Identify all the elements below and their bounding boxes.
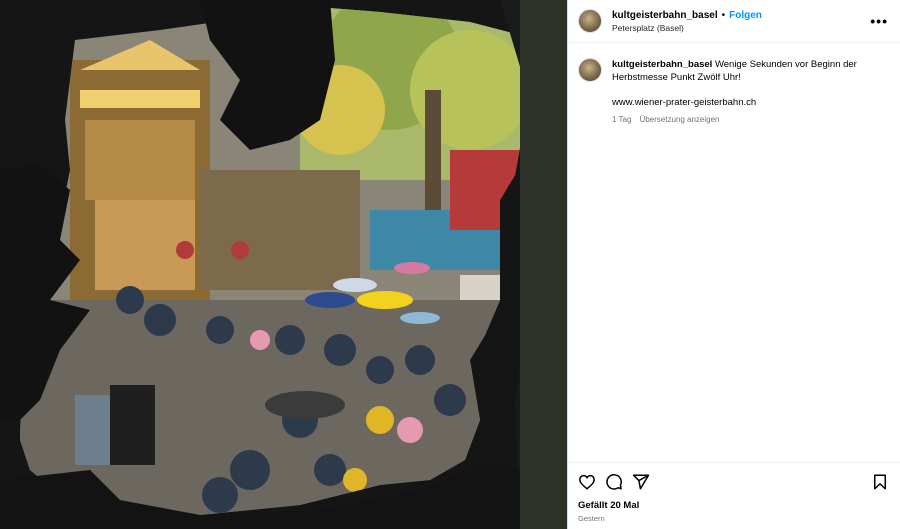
- more-icon[interactable]: •••: [870, 13, 888, 29]
- caption: kultgeisterbahn_basel Wenige Sekunden vo…: [568, 43, 900, 126]
- follow-button[interactable]: Folgen: [729, 10, 762, 21]
- location-link[interactable]: Petersplatz (Basel): [612, 22, 870, 35]
- username-link[interactable]: kultgeisterbahn_basel: [612, 10, 718, 21]
- caption-meta: 1 Tag Übersetzung anzeigen: [612, 113, 862, 126]
- action-icons: [568, 463, 900, 491]
- post-date: Gestern: [578, 514, 605, 523]
- post-photo[interactable]: [0, 0, 567, 529]
- header-text: kultgeisterbahn_basel • Folgen Petersplatz…: [612, 7, 870, 35]
- separator-dot: •: [721, 10, 726, 21]
- action-bar: Gefällt 20 Mal Gestern: [568, 462, 900, 523]
- caption-body: kultgeisterbahn_basel Wenige Sekunden vo…: [612, 58, 862, 126]
- heart-icon[interactable]: [578, 473, 596, 491]
- caption-username[interactable]: kultgeisterbahn_basel: [612, 59, 712, 70]
- likes-count[interactable]: Gefällt 20 Mal: [568, 491, 900, 511]
- fairground-crowd-photo: [0, 0, 567, 529]
- comment-icon[interactable]: [605, 473, 623, 491]
- time-ago[interactable]: 1 Tag: [612, 115, 631, 124]
- post-header: kultgeisterbahn_basel • Folgen Petersplatz…: [568, 0, 900, 43]
- header-top-line: kultgeisterbahn_basel • Folgen: [612, 7, 870, 22]
- instagram-post: kultgeisterbahn_basel • Folgen Petersplatz…: [0, 0, 900, 529]
- bookmark-icon[interactable]: [871, 473, 889, 491]
- avatar[interactable]: [578, 9, 602, 33]
- translate-link[interactable]: Übersetzung anzeigen: [639, 115, 719, 124]
- caption-avatar[interactable]: [578, 58, 602, 82]
- caption-link[interactable]: www.wiener-prater-geisterbahn.ch: [612, 96, 862, 109]
- share-icon[interactable]: [632, 473, 650, 491]
- post-sidebar: kultgeisterbahn_basel • Folgen Petersplatz…: [567, 0, 900, 529]
